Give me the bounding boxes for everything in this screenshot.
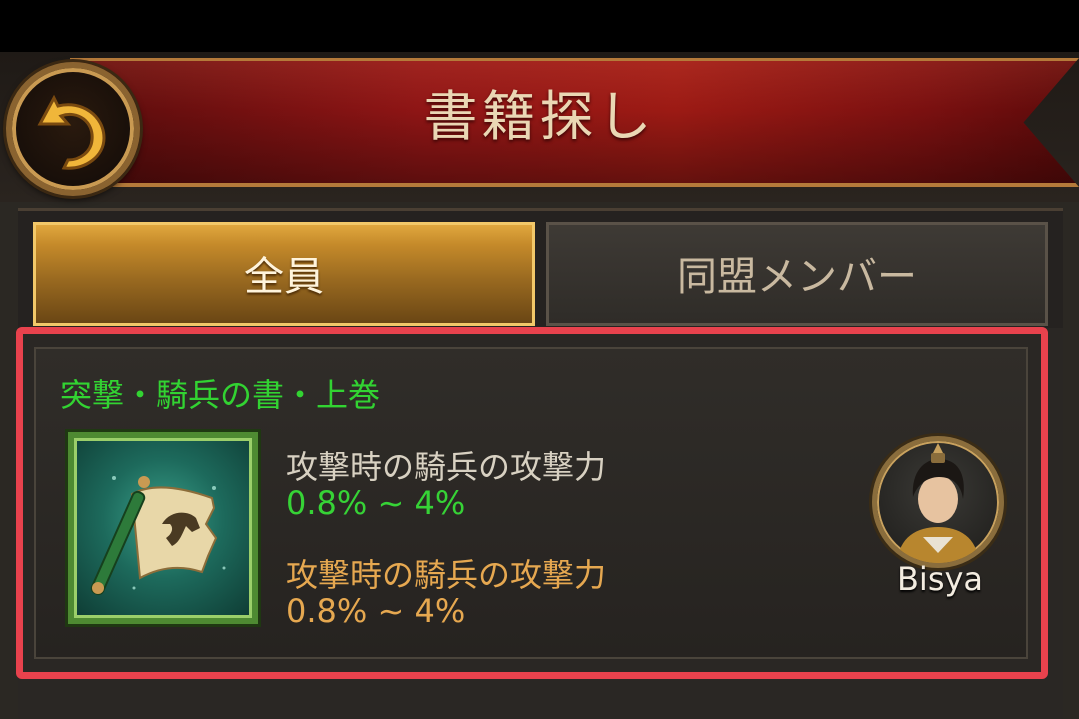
highlight-frame: [16, 327, 1048, 679]
tab-all[interactable]: 全員: [33, 222, 535, 326]
tab-alliance-members[interactable]: 同盟メンバー: [546, 222, 1048, 326]
top-bar: [0, 0, 1079, 52]
title-banner: [70, 58, 1079, 187]
back-button[interactable]: [6, 62, 140, 196]
back-arrow-icon: [37, 94, 106, 170]
